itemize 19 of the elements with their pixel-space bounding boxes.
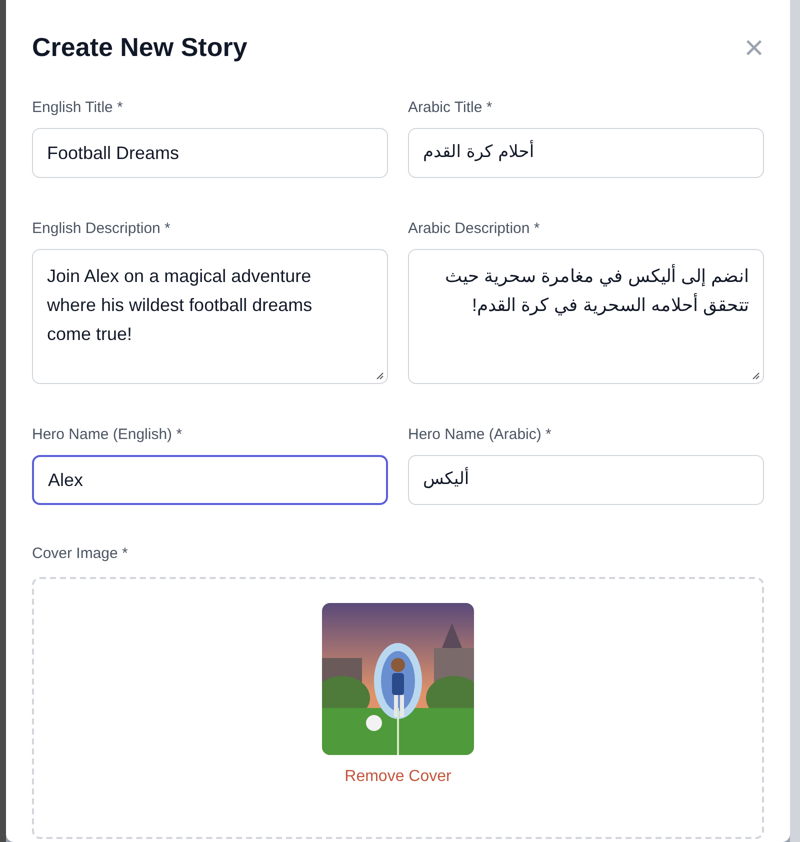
field-label: English Description * (32, 219, 172, 239)
remove-cover-link[interactable]: Remove Cover (344, 765, 452, 789)
resize-handle-icon[interactable] (752, 372, 760, 380)
text-area[interactable]: Join Alex on a magical adventure where his wildest football dreams come true! (32, 249, 388, 384)
input-field[interactable]: أليكس (408, 455, 764, 505)
field-label: Hero Name (Arabic) * (408, 425, 552, 445)
scrollbar[interactable] (790, 0, 800, 842)
resize-handle-icon[interactable] (376, 372, 384, 380)
input-field[interactable]: Football Dreams (32, 128, 388, 178)
field-label: Hero Name (English) * (32, 425, 184, 445)
field-label: Arabic Title * (408, 98, 494, 118)
dialog-title: Create New Story (32, 31, 248, 64)
input-field[interactable]: Alex (32, 455, 388, 505)
field-label: Arabic Description * (408, 219, 541, 239)
input-field[interactable]: أحلام كرة القدم (408, 128, 764, 178)
field-label: Cover Image * (32, 544, 129, 564)
text-area[interactable]: انضم إلى أليكس في مغامرة سحرية حيث تتحقق أحلامه السحرية في كرة القدم! (408, 249, 764, 384)
image-dropzone[interactable]: Remove Cover (32, 577, 764, 839)
field-label: English Title * (32, 98, 124, 118)
